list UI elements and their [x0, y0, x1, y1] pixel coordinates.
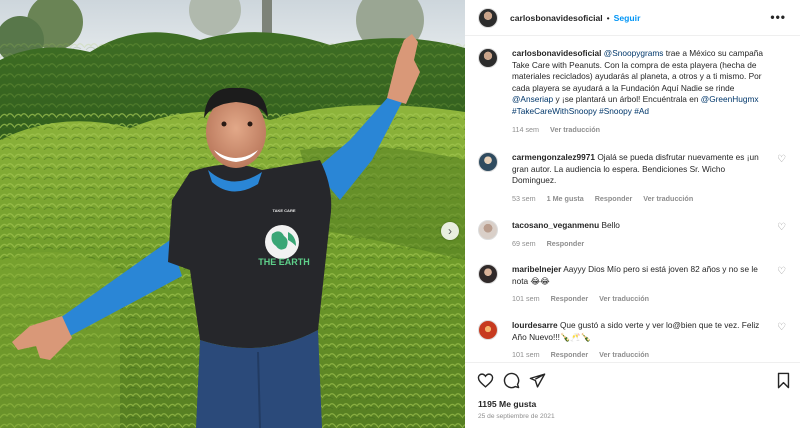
mention-link[interactable]: @Snoopygrams — [604, 48, 664, 58]
comments-list[interactable]: carlosbonavidesoficial @Snoopygrams trae… — [465, 36, 800, 362]
post-photo[interactable]: TAKE CARE THE EARTH › — [0, 0, 465, 428]
like-comment-heart-icon[interactable]: ♡ — [777, 222, 786, 233]
comment-meta: 101 sem Responder Ver traducción — [512, 349, 770, 361]
timestamp[interactable]: 114 sem — [512, 125, 539, 134]
timestamp[interactable]: 101 sem — [512, 350, 540, 359]
comment-text: Bello — [599, 220, 620, 230]
post-actions: 1195 Me gusta 25 de septiembre de 2021 — [465, 362, 800, 428]
timestamp[interactable]: 101 sem — [512, 294, 540, 303]
header-separator: • — [606, 12, 610, 23]
comment-username[interactable]: maribelnejer — [512, 264, 561, 274]
shirt-big-text: THE EARTH — [258, 257, 310, 267]
avatar[interactable] — [478, 264, 498, 284]
caption-text: y ¡se plantará un árbol! Encuéntrala en — [553, 94, 701, 105]
avatar[interactable] — [478, 320, 498, 340]
heart-icon[interactable] — [477, 372, 494, 389]
mention-link[interactable]: @Anseriap — [512, 94, 553, 104]
like-comment-heart-icon[interactable]: ♡ — [777, 154, 786, 165]
comment-body: carmengonzalez9971 Ojalá se pueda disfru… — [512, 152, 770, 204]
caption-meta: 114 sem Ver traducción — [512, 124, 770, 136]
caption-body: carlosbonavidesoficial @Snoopygrams trae… — [512, 48, 770, 135]
avatar[interactable] — [478, 152, 498, 172]
post-date[interactable]: 25 de septiembre de 2021 — [478, 413, 555, 420]
translate-link[interactable]: Ver traducción — [550, 125, 600, 134]
reply-button[interactable]: Responder — [551, 350, 589, 359]
timestamp[interactable]: 53 sem — [512, 194, 536, 203]
follow-button[interactable]: Seguir — [614, 13, 641, 23]
bookmark-icon[interactable] — [775, 372, 792, 389]
post-header: carlosbonavidesoficial • Seguir ••• — [465, 0, 800, 36]
shirt-small-text: TAKE CARE — [272, 208, 296, 213]
share-icon[interactable] — [529, 372, 546, 389]
header-username[interactable]: carlosbonavidesoficial — [510, 13, 603, 23]
reply-button[interactable]: Responder — [595, 194, 633, 203]
translate-link[interactable]: Ver traducción — [643, 194, 693, 203]
comment-body: lourdesarre Que gustó a sido verte y ver… — [512, 320, 770, 361]
avatar[interactable] — [478, 48, 498, 68]
comment-meta: 101 sem Responder Ver traducción — [512, 293, 770, 305]
hashtags[interactable]: #TakeCareWithSnoopy #Snoopy #Ad — [512, 106, 649, 116]
comment-body: tacosano_veganmenu Bello 69 sem Responde… — [512, 220, 770, 249]
mention-link[interactable]: @GreenHugmx — [701, 94, 759, 104]
comment-username[interactable]: carmengonzalez9971 — [512, 152, 595, 162]
likes-count[interactable]: 1195 Me gusta — [478, 399, 536, 409]
like-comment-heart-icon[interactable]: ♡ — [777, 266, 786, 277]
likes-count[interactable]: 1 Me gusta — [547, 194, 584, 203]
comment-body: maribelnejer Aayyy Dios Mío pero si está… — [512, 264, 770, 305]
comment-meta: 53 sem 1 Me gusta Responder Ver traducci… — [512, 193, 770, 205]
photo-image — [0, 0, 465, 428]
translate-link[interactable]: Ver traducción — [599, 350, 649, 359]
avatar[interactable] — [478, 220, 498, 240]
avatar[interactable] — [478, 7, 498, 28]
carousel-next-button[interactable]: › — [441, 222, 459, 240]
more-options-icon[interactable]: ••• — [770, 10, 786, 24]
caption-username[interactable]: carlosbonavidesoficial — [512, 48, 601, 58]
shirt-print: TAKE CARE THE EARTH — [252, 208, 316, 267]
comment-username[interactable]: lourdesarre — [512, 320, 558, 330]
timestamp[interactable]: 69 sem — [512, 239, 536, 248]
reply-button[interactable]: Responder — [547, 239, 585, 248]
comment-username[interactable]: tacosano_veganmenu — [512, 220, 599, 230]
translate-link[interactable]: Ver traducción — [599, 294, 649, 303]
comment-meta: 69 sem Responder — [512, 238, 770, 250]
reply-button[interactable]: Responder — [551, 294, 589, 303]
post-side-panel: carlosbonavidesoficial • Seguir ••• carl… — [465, 0, 800, 428]
comment-icon[interactable] — [503, 372, 520, 389]
like-comment-heart-icon[interactable]: ♡ — [777, 322, 786, 333]
